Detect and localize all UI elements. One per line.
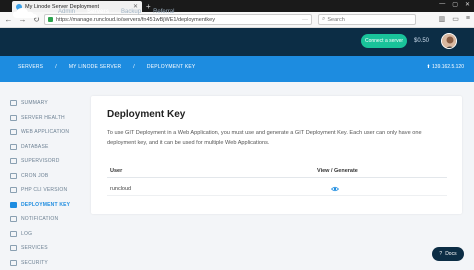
sidebar-item-label: SERVICES: [21, 245, 48, 251]
sidebar-item-label: SERVER HEALTH: [21, 115, 65, 121]
account-balance: $0.50: [414, 38, 429, 44]
sidebar-item-label: CRON JOB: [21, 173, 48, 179]
user-cell: runcloud: [110, 186, 131, 192]
deployment-key-card: Deployment Key To use GIT Deployment in …: [91, 96, 462, 214]
search-input[interactable]: [327, 17, 407, 23]
docs-label: Docs: [445, 251, 456, 257]
avatar[interactable]: [441, 33, 457, 49]
connect-server-button[interactable]: Connect a server: [361, 34, 407, 48]
nav-backup[interactable]: Backup: [121, 9, 141, 15]
sidebar-item-security[interactable]: SECURITY: [10, 256, 90, 270]
sidebar-item-deployment-key[interactable]: DEPLOYMENT KEY: [10, 198, 90, 213]
sidebar-item-web-application[interactable]: WEB APPLICATION: [10, 125, 90, 140]
server-ip-text: 139.162.5.120: [432, 64, 464, 70]
sidebar-item-label: SECURITY: [21, 260, 48, 266]
column-header-user: User: [110, 168, 122, 174]
sidebar-item-services[interactable]: SERVICES: [10, 241, 90, 256]
sidebar-item-label: DEPLOYMENT KEY: [21, 202, 70, 208]
sidebar-item-label: PHP CLI VERSION: [21, 187, 67, 193]
library-icon[interactable]: ▥: [439, 15, 446, 23]
cron-icon: [10, 173, 17, 179]
crumb-servers[interactable]: SERVERS: [18, 64, 43, 70]
column-header-view-generate: View / Generate: [317, 168, 358, 174]
server-ip: ⬆ 139.162.5.120: [426, 64, 464, 70]
top-nav: Admin Servers Backup Referral: [58, 9, 174, 15]
sidebar-item-cron-job[interactable]: CRON JOB: [10, 169, 90, 184]
sidebar-item-summary[interactable]: SUMMARY: [10, 96, 90, 111]
sidebar-item-label: LOG: [21, 231, 32, 237]
supervisord-icon: [10, 158, 17, 164]
php-icon: [10, 187, 17, 193]
table-header: User View / Generate: [107, 166, 447, 178]
nav-servers[interactable]: Servers: [87, 9, 109, 15]
summary-icon: [10, 100, 17, 106]
bell-icon: [10, 216, 17, 222]
nav-admin[interactable]: Admin: [58, 9, 75, 15]
sidebar-item-php-cli-version[interactable]: PHP CLI VERSION: [10, 183, 90, 198]
crumb-current: DEPLOYMENT KEY: [147, 64, 196, 70]
sidebar-item-server-health[interactable]: SERVER HEALTH: [10, 111, 90, 126]
toolbar-icons: ▥ ▭ ≡: [439, 15, 470, 23]
sidebar-item-database[interactable]: DATABASE: [10, 140, 90, 155]
sidebar-item-log[interactable]: LOG: [10, 227, 90, 242]
window-close-icon[interactable]: ✕: [465, 1, 470, 8]
key-icon: [10, 202, 17, 208]
nav-referral[interactable]: Referral: [153, 9, 174, 15]
runcloud-logo-icon[interactable]: [12, 6, 38, 20]
sidebar-item-label: SUPERVISORD: [21, 158, 60, 164]
webapp-icon: [10, 129, 17, 135]
sidebar-item-label: SUMMARY: [21, 100, 48, 106]
table-row: runcloud: [107, 184, 447, 196]
breadcrumb: SERVERS / MY LINODE SERVER / DEPLOYMENT …: [18, 64, 195, 70]
sidebar-item-notification[interactable]: NOTIFICATION: [10, 212, 90, 227]
sidebar: SUMMARY SERVER HEALTH WEB APPLICATION DA…: [10, 96, 90, 270]
docs-icon: ?: [439, 251, 442, 257]
docs-button[interactable]: ? Docs: [432, 247, 464, 261]
address-bar[interactable]: https://manage.runcloud.io/servers/fn451…: [44, 14, 312, 25]
log-icon: [10, 231, 17, 237]
sidebar-item-label: WEB APPLICATION: [21, 129, 69, 135]
shield-icon: [10, 260, 17, 266]
sidebar-item-supervisord[interactable]: SUPERVISORD: [10, 154, 90, 169]
menu-icon[interactable]: ≡: [466, 15, 470, 23]
page-description: To use GIT Deployment in a Web Applicati…: [107, 128, 443, 148]
sidebar-item-label: DATABASE: [21, 144, 49, 150]
database-icon: [10, 144, 17, 150]
crumb-separator-icon: /: [133, 64, 135, 70]
minimize-icon[interactable]: —: [439, 1, 445, 8]
window-controls: — ▢ ✕: [439, 1, 470, 8]
crumb-separator-icon: /: [55, 64, 57, 70]
maximize-icon[interactable]: ▢: [452, 1, 458, 8]
crumb-server-name[interactable]: MY LINODE SERVER: [69, 64, 121, 70]
lock-icon: [48, 17, 53, 22]
url-text: https://manage.runcloud.io/servers/fn451…: [56, 17, 302, 23]
sidebar-item-label: NOTIFICATION: [21, 216, 58, 222]
browser-search-box[interactable]: ⌕: [318, 14, 416, 25]
search-icon: ⌕: [322, 16, 325, 23]
page-title: Deployment Key: [107, 109, 185, 120]
services-icon: [10, 245, 17, 251]
page-actions-icon[interactable]: ···: [302, 17, 308, 23]
reader-icon[interactable]: ▭: [452, 15, 459, 23]
health-icon: [10, 115, 17, 121]
view-key-eye-icon[interactable]: [331, 186, 339, 192]
